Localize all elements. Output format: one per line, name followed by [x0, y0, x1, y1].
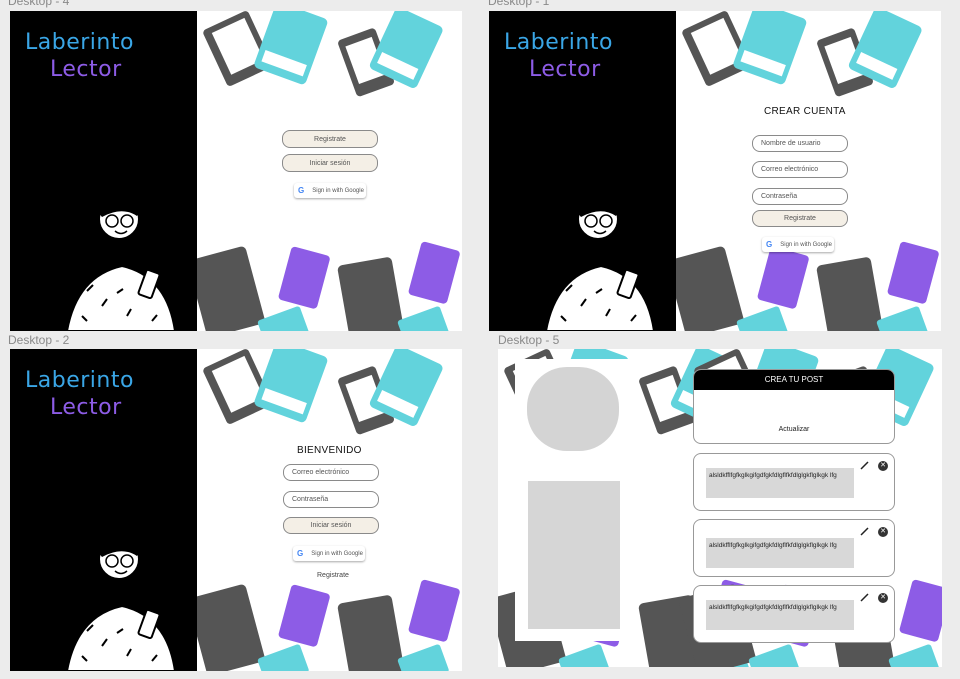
- pencil-icon[interactable]: [860, 592, 870, 602]
- page-title: CREAR CUENTA: [764, 106, 846, 117]
- left-panel: [515, 359, 635, 641]
- password-field[interactable]: Contraseña: [752, 188, 848, 205]
- create-post-card: CREA TU POST Actualizar: [693, 369, 895, 444]
- avatar-placeholder: [527, 367, 619, 451]
- brand-title-line1: Laberinto: [25, 368, 134, 393]
- person-illustration: [545, 192, 655, 331]
- book-pattern-background: [197, 349, 462, 671]
- person-illustration: [66, 532, 176, 671]
- login-button[interactable]: Iniciar sesión: [282, 154, 378, 172]
- email-field[interactable]: Correo electrónico: [752, 161, 848, 178]
- frame-label-desktop5: Desktop - 5: [498, 333, 560, 347]
- google-signin-label: Sign in with Google: [311, 550, 363, 557]
- post-card: ✕ alsldkfflfgfkglkgifgdfgkfdlgflfkfdlglg…: [693, 585, 895, 643]
- google-signin-button[interactable]: G Sign in with Google: [293, 546, 365, 561]
- close-icon[interactable]: ✕: [878, 593, 888, 603]
- person-illustration: [66, 192, 176, 331]
- google-signin-label: Sign in with Google: [312, 187, 364, 194]
- google-g-icon: G: [298, 186, 305, 195]
- register-link[interactable]: Registrate: [317, 572, 349, 579]
- password-field[interactable]: Contraseña: [283, 491, 379, 508]
- create-post-header: CREA TU POST: [694, 370, 894, 390]
- frame-label-desktop1: Desktop - 1: [488, 0, 550, 8]
- frame-label-desktop2: Desktop - 2: [8, 333, 70, 347]
- post-card: ✕ alsldkfflfgfkglkgifgdfgkfdlgflfkfdlglg…: [693, 519, 895, 577]
- post-text: alsldkfflfgfkglkgifgdfgkfdlgflfkfdlglgkf…: [706, 538, 854, 568]
- update-button[interactable]: Actualizar: [694, 426, 894, 433]
- frame-desktop5: CREA TU POST Actualizar ✕ alsldkfflfgfkg…: [498, 349, 942, 667]
- sidebar-panel: Laberinto Lector: [10, 11, 197, 331]
- post-text: alsldkfflfgfkglkgifgdfgkfdlgflfkfdlglgkf…: [706, 468, 854, 498]
- brand-title-line2: Lector: [50, 57, 122, 82]
- email-field[interactable]: Correo electrónico: [283, 464, 379, 481]
- frame-desktop2: Laberinto Lector BIENVENIDO Correo elect…: [10, 349, 462, 671]
- page-title: BIENVENIDO: [297, 445, 362, 456]
- google-g-icon: G: [297, 549, 304, 558]
- pencil-icon[interactable]: [860, 526, 870, 536]
- brand-title-line2: Lector: [529, 57, 601, 82]
- login-button[interactable]: Iniciar sesión: [283, 517, 379, 534]
- frame-desktop4: Laberinto Lector Registrate Iniciar sesi…: [10, 11, 462, 331]
- username-field[interactable]: Nombre de usuario: [752, 135, 848, 152]
- google-g-icon: G: [766, 240, 773, 249]
- sidebar-panel: Laberinto Lector: [489, 11, 676, 331]
- brand-title-line1: Laberinto: [25, 30, 134, 55]
- brand-title-line1: Laberinto: [504, 30, 613, 55]
- pencil-icon[interactable]: [860, 460, 870, 470]
- google-signin-button[interactable]: G Sign in with Google: [294, 183, 366, 198]
- close-icon[interactable]: ✕: [878, 461, 888, 471]
- google-signin-button[interactable]: G Sign in with Google: [762, 237, 834, 252]
- google-signin-label: Sign in with Google: [780, 241, 832, 248]
- post-card: ✕ alsldkfflfgfkglkgifgdfgkfdlgflfkfdlglg…: [693, 453, 895, 511]
- frame-desktop1: Laberinto Lector CREAR CUENTA Nombre de …: [489, 11, 941, 331]
- register-button[interactable]: Registrate: [752, 210, 848, 227]
- post-text: alsldkfflfgfkglkgifgdfgkfdlgflfkfdlglgkf…: [706, 600, 854, 630]
- sidebar-panel: Laberinto Lector: [10, 349, 197, 671]
- image-placeholder: [528, 481, 620, 629]
- close-icon[interactable]: ✕: [878, 527, 888, 537]
- brand-title-line2: Lector: [50, 395, 122, 420]
- frame-label-desktop4: Desktop - 4: [8, 0, 70, 8]
- register-button[interactable]: Registrate: [282, 130, 378, 148]
